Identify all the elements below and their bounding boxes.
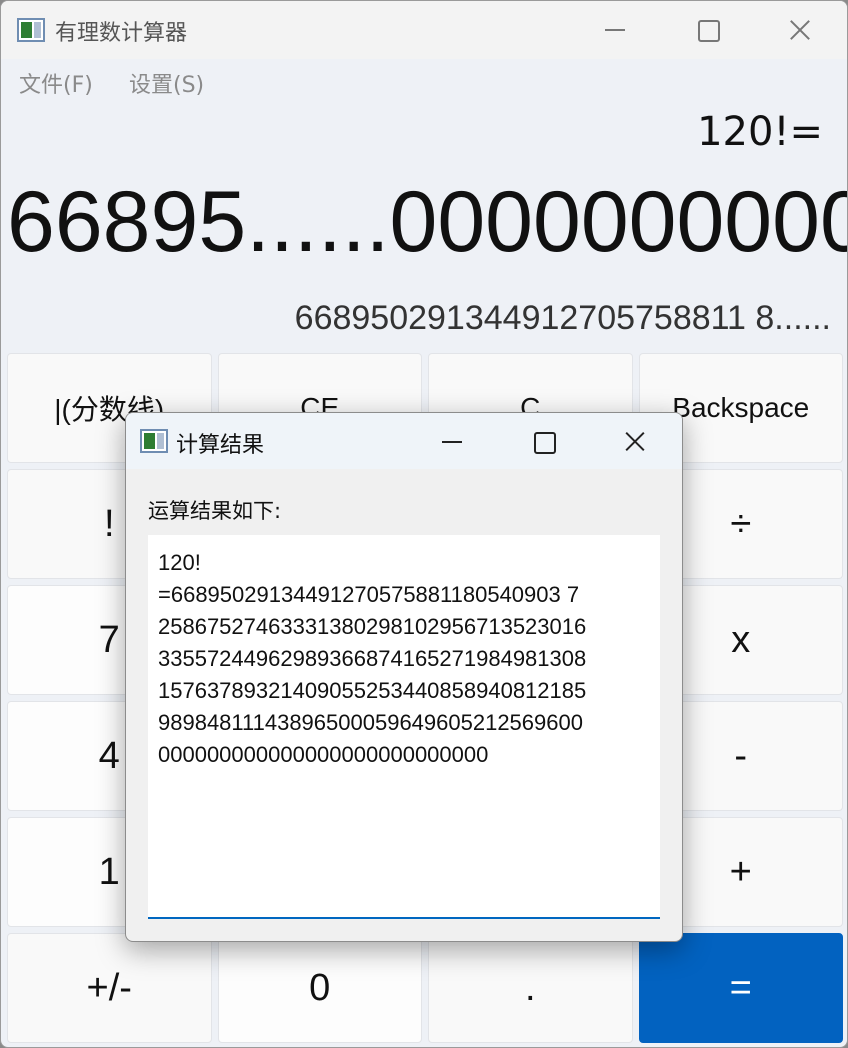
window-title: 有理数计算器 xyxy=(55,21,188,46)
result-dialog: 计算结果 运算结果如下: 120! =668950291344912705758… xyxy=(125,412,683,942)
dialog-title: 计算结果 xyxy=(176,433,265,458)
close-icon[interactable] xyxy=(777,11,823,49)
dialog-app-icon xyxy=(140,429,168,453)
menu-bar: 文件(F) 设置(S) xyxy=(1,59,847,103)
dialog-maximize-icon[interactable] xyxy=(520,422,566,460)
dialog-minimize-icon[interactable] xyxy=(428,422,474,460)
decimal-point-key[interactable]: . xyxy=(428,933,633,1043)
dialog-close-icon[interactable] xyxy=(612,422,658,460)
digit-0-key[interactable]: 0 xyxy=(217,933,422,1043)
app-icon xyxy=(17,18,45,42)
equals-key[interactable]: = xyxy=(638,933,843,1043)
result-detail-display: 668950291344912705758811 8...... xyxy=(294,299,831,337)
expression-display: 120!= xyxy=(697,109,823,155)
result-text-area[interactable]: 120! =66895029134491270575881180540903 7… xyxy=(148,535,660,919)
dialog-label: 运算结果如下: xyxy=(148,499,282,523)
minimize-icon[interactable] xyxy=(591,11,637,49)
dialog-title-bar: 计算结果 xyxy=(126,413,682,469)
title-bar: 有理数计算器 xyxy=(1,1,847,59)
result-display: 66895......0000000000 xyxy=(7,174,848,270)
negate-key[interactable]: +/- xyxy=(7,933,212,1043)
menu-settings[interactable]: 设置(S) xyxy=(129,67,204,99)
menu-file[interactable]: 文件(F) xyxy=(19,67,93,99)
maximize-icon[interactable] xyxy=(684,11,730,49)
